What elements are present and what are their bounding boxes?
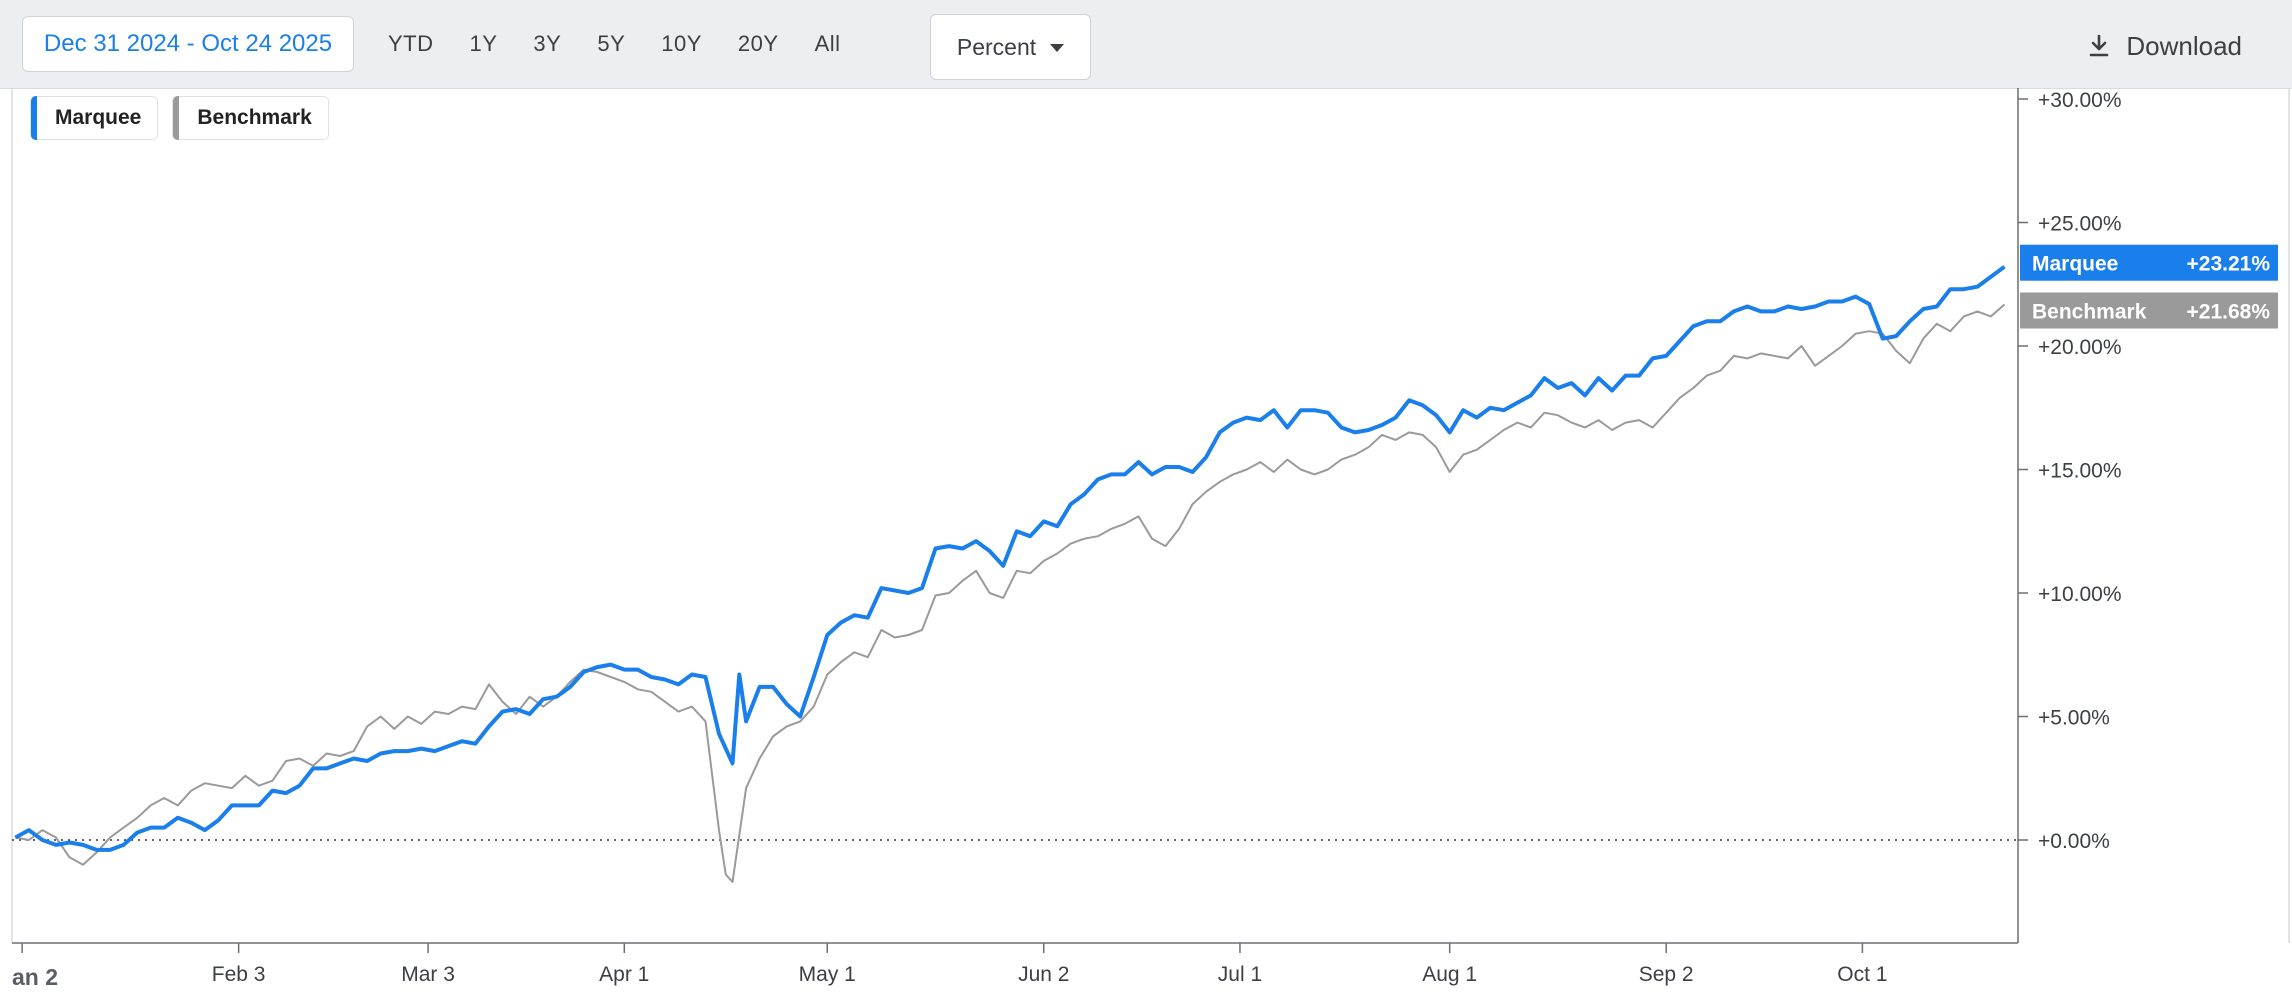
x-tick-label: Aug 1: [1422, 963, 1477, 986]
marquee-value-tag: Marquee +23.21%: [2020, 244, 2278, 281]
percent-mode-dropdown[interactable]: Percent: [930, 14, 1091, 80]
y-tick-label: +10.00%: [2038, 583, 2122, 606]
range-ytd-button[interactable]: YTD: [370, 16, 452, 72]
series-layer: [14, 265, 2006, 883]
y-tick-label: +15.00%: [2038, 460, 2122, 483]
legend-benchmark[interactable]: Benchmark: [172, 96, 329, 140]
value-tag-value: +21.68%: [2187, 301, 2271, 324]
chevron-down-icon: [1050, 44, 1065, 52]
range-20y-button[interactable]: 20Y: [720, 16, 797, 72]
x-tick-label: an 2: [12, 964, 58, 990]
grid-layer: [11, 88, 2290, 943]
x-tick-label: Feb 3: [212, 963, 266, 986]
y-tick-label: +20.00%: [2038, 336, 2122, 359]
x-tick-label: May 1: [799, 963, 856, 986]
range-10y-button[interactable]: 10Y: [643, 16, 720, 72]
legend-benchmark-swatch: [173, 96, 180, 140]
x-tick-label: Sep 2: [1639, 963, 1694, 986]
x-tick-label: Oct 1: [1837, 963, 1887, 986]
value-tag-series: Benchmark: [2032, 301, 2147, 324]
legend-marquee[interactable]: Marquee: [30, 96, 159, 140]
x-tick-label: Jun 2: [1018, 963, 1069, 986]
label-layer: Marquee +23.21% Benchmark +21.68%: [2020, 244, 2278, 329]
range-buttons: YTD 1Y 3Y 5Y 10Y 20Y All: [370, 16, 859, 72]
range-3y-button[interactable]: 3Y: [515, 16, 579, 72]
range-5y-button[interactable]: 5Y: [579, 16, 643, 72]
download-icon: [2090, 34, 2109, 57]
legend-benchmark-label: Benchmark: [197, 106, 312, 129]
y-tick-label: +5.00%: [2038, 707, 2110, 730]
range-all-button[interactable]: All: [797, 16, 859, 72]
x-tick-label: Apr 1: [599, 963, 649, 986]
x-tick-label: Jul 1: [1218, 963, 1262, 986]
y-tick-label: +25.00%: [2038, 213, 2122, 236]
x-tick-label: Mar 3: [401, 963, 455, 986]
legend-marquee-swatch: [31, 96, 37, 140]
performance-chart: +0.00% +5.00% +10.00% +15.00% +20.00% +25.00%…: [11, 88, 2290, 990]
y-tick-label: +0.00%: [2038, 830, 2110, 853]
mode-label: Percent: [956, 33, 1037, 60]
benchmark-series-line: [15, 303, 2006, 883]
y-tick-label: +30.00%: [2038, 89, 2122, 112]
marquee-series-line: [14, 265, 2006, 852]
value-tag-value: +23.21%: [2187, 253, 2271, 276]
range-1y-button[interactable]: 1Y: [452, 16, 516, 72]
value-tag-series: Marquee: [2032, 253, 2118, 276]
date-range-button[interactable]: Dec 31 2024 - Oct 24 2025: [22, 16, 354, 72]
download-label: Download: [2126, 30, 2242, 61]
chart-legend: Marquee Benchmark: [30, 96, 329, 140]
legend-marquee-label: Marquee: [55, 106, 142, 129]
chart-toolbar: Dec 31 2024 - Oct 24 2025 YTD 1Y 3Y 5Y 1…: [0, 0, 2292, 89]
axis-layer: +0.00% +5.00% +10.00% +15.00% +20.00% +25.00%…: [12, 88, 2122, 990]
download-button[interactable]: Download: [2088, 18, 2242, 74]
benchmark-value-tag: Benchmark +21.68%: [2020, 292, 2278, 329]
